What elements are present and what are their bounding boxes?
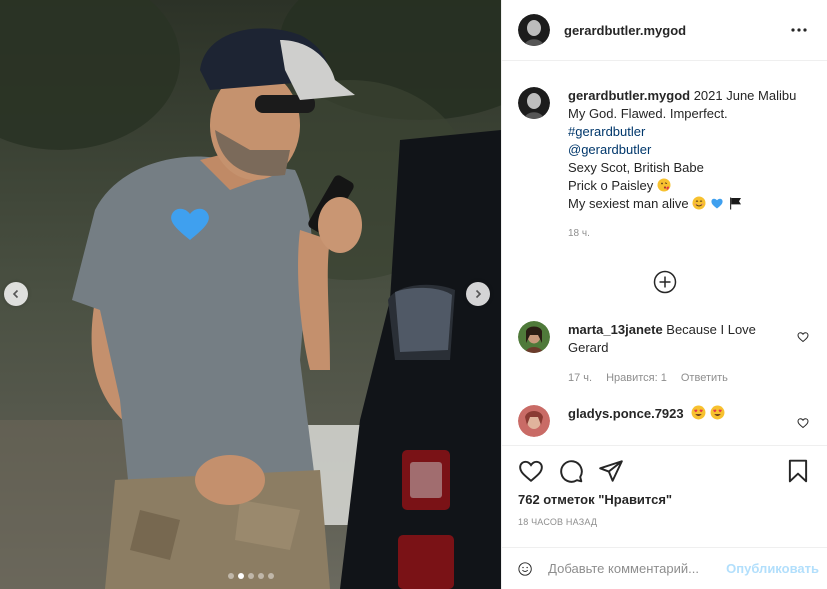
mention-link[interactable]: @gerardbutler xyxy=(568,141,796,159)
comment-item: gladys.ponce.7923 xyxy=(502,405,827,437)
post-caption: gerardbutler.mygod 2021 June Malibu My G… xyxy=(502,61,827,243)
carousel-indicator xyxy=(0,573,501,579)
author-username[interactable]: gerardbutler.mygod xyxy=(564,23,787,38)
caption-line: Sexy Scot, British Babe xyxy=(568,160,704,175)
carousel-next-button[interactable] xyxy=(466,282,490,306)
chevron-right-icon xyxy=(475,289,482,299)
heart-eyes-emoji-icon xyxy=(710,405,725,420)
comment-input[interactable] xyxy=(546,560,727,577)
caption-username[interactable]: gerardbutler.mygod xyxy=(568,88,690,103)
comment-item: marta_13janete Because I Love Gerard 17 … xyxy=(502,321,827,387)
carousel-dot xyxy=(257,573,264,579)
comment-body: gladys.ponce.7923 xyxy=(568,405,786,437)
comments-scroll-area[interactable]: gerardbutler.mygod 2021 June Malibu My G… xyxy=(502,61,827,445)
post-actions: 762 отметок "Нравится" 18 ЧАСОВ НАЗАД xyxy=(502,445,827,527)
post-sidebar: gerardbutler.mygod gerardbutler.mygod 20… xyxy=(501,0,827,589)
black-flag-emoji-icon xyxy=(729,197,741,210)
share-paper-plane-icon[interactable] xyxy=(598,458,624,484)
comment-bubble-icon[interactable] xyxy=(558,458,584,484)
carousel-prev-button[interactable] xyxy=(4,282,28,306)
comment-meta: 17 ч. Нравится: 1 Ответить xyxy=(568,369,786,387)
comment-like-heart-icon[interactable] xyxy=(797,417,809,429)
instagram-post-view: gerardbutler.mygod gerardbutler.mygod 20… xyxy=(0,0,827,589)
post-media[interactable] xyxy=(0,0,501,589)
carousel-dot xyxy=(267,573,274,579)
caption-text: gerardbutler.mygod 2021 June Malibu My G… xyxy=(568,87,796,243)
caption-line: Prick o Paisley xyxy=(568,178,654,193)
caption-line: My sexiest man alive xyxy=(568,196,689,211)
load-more-comments[interactable] xyxy=(502,270,827,294)
reply-button[interactable]: Ответить xyxy=(681,369,728,387)
hashtag-link[interactable]: #gerardbutler xyxy=(568,123,796,141)
blue-heart-emoji-icon xyxy=(711,198,723,209)
action-icons xyxy=(518,458,811,484)
save-bookmark-icon[interactable] xyxy=(785,458,811,484)
likes-count[interactable]: 762 отметок "Нравится" xyxy=(518,492,811,507)
carousel-dot xyxy=(247,573,254,579)
author-avatar[interactable] xyxy=(518,14,550,46)
comment-likes-count[interactable]: Нравится: 1 xyxy=(606,369,667,387)
comment-username[interactable]: gladys.ponce.7923 xyxy=(568,406,684,421)
caption-first-line: 2021 June Malibu xyxy=(690,88,797,103)
kissing-face-emoji-icon xyxy=(657,178,671,192)
more-options-button[interactable] xyxy=(787,18,811,42)
comment-like-heart-icon[interactable] xyxy=(797,331,809,343)
like-heart-icon[interactable] xyxy=(518,458,544,484)
carousel-dot xyxy=(227,573,234,579)
caption-line: My God. Flawed. Imperfect. xyxy=(568,106,728,121)
chevron-left-icon xyxy=(12,289,19,299)
commenter-avatar[interactable] xyxy=(518,405,550,437)
more-horizontal-icon xyxy=(791,28,807,32)
caption-timestamp[interactable]: 18 ч. xyxy=(568,225,796,243)
comment-timestamp[interactable]: 17 ч. xyxy=(568,369,592,387)
emoji-picker-icon[interactable] xyxy=(518,557,532,581)
commenter-avatar[interactable] xyxy=(518,321,550,353)
comment-body: marta_13janete Because I Love Gerard 17 … xyxy=(568,321,786,387)
heart-eyes-emoji-icon xyxy=(691,405,706,420)
post-date[interactable]: 18 ЧАСОВ НАЗАД xyxy=(518,517,811,527)
add-comment-bar: Опубликовать xyxy=(502,547,827,589)
post-photo xyxy=(0,0,501,589)
carousel-dot-active xyxy=(237,573,244,579)
caption-avatar[interactable] xyxy=(518,87,550,119)
smiling-face-emoji-icon xyxy=(692,196,706,210)
publish-comment-button[interactable]: Опубликовать xyxy=(726,561,819,576)
comment-username[interactable]: marta_13janete xyxy=(568,322,663,337)
post-header: gerardbutler.mygod xyxy=(502,0,827,61)
plus-circle-icon[interactable] xyxy=(653,270,677,294)
